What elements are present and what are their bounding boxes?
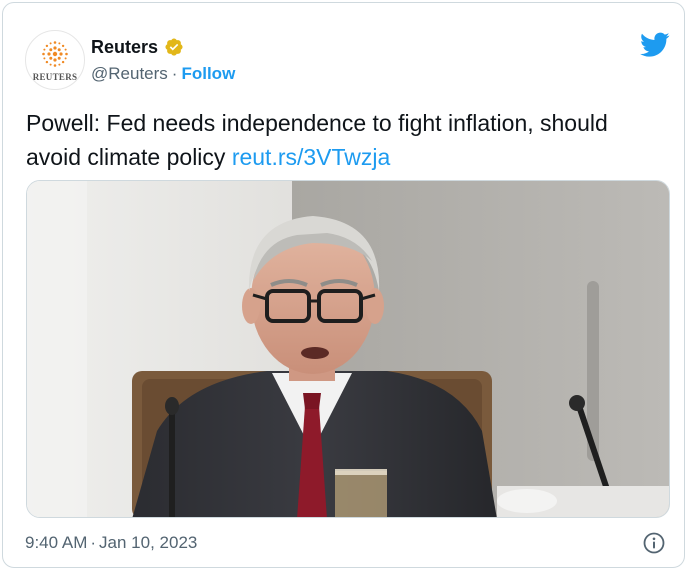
avatar[interactable]: REUTERS	[25, 30, 85, 90]
twitter-bird-icon[interactable]	[640, 32, 670, 58]
tweet-image[interactable]	[26, 180, 670, 518]
time-separator: ·	[90, 533, 97, 552]
verified-badge-icon	[165, 38, 183, 56]
photo-powell	[27, 181, 669, 517]
info-icon[interactable]	[642, 531, 666, 555]
avatar-wordmark: REUTERS	[32, 71, 78, 82]
tweet-card: REUTERS Reuters @Reuters · Follow Powell: …	[2, 2, 685, 568]
tweet-text: Powell: Fed needs independence to fight …	[26, 106, 666, 174]
tweet-time: 9:40 AM	[25, 533, 88, 552]
tweet-date: Jan 10, 2023	[99, 533, 198, 552]
follow-button[interactable]: Follow	[181, 64, 235, 83]
handle-separator: ·	[171, 64, 178, 83]
tweet-link[interactable]: reut.rs/3VTwzja	[232, 144, 391, 170]
author-name[interactable]: Reuters	[91, 37, 158, 58]
author-handle-row: @Reuters · Follow	[91, 64, 235, 84]
reuters-logo-icon	[42, 40, 68, 67]
tweet-timestamp[interactable]: 9:40 AM · Jan 10, 2023	[25, 533, 197, 553]
author-handle[interactable]: @Reuters	[91, 64, 168, 83]
